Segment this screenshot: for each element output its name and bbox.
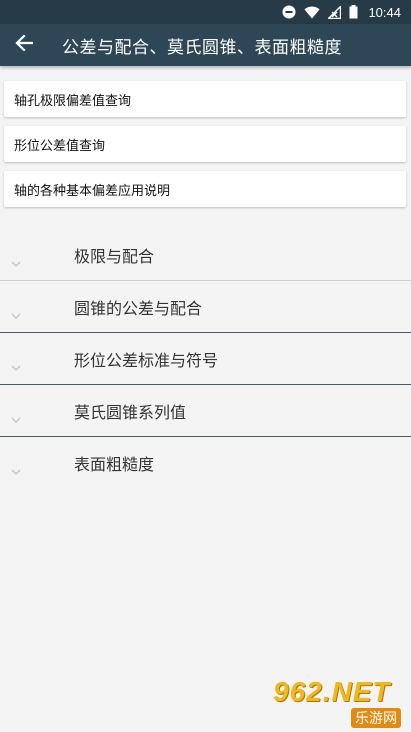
battery-icon xyxy=(349,5,358,19)
card-label: 轴的各种基本偏差应用说明 xyxy=(14,183,171,199)
accordion-item-form-position-symbols[interactable]: 形位公差标准与符号 xyxy=(0,333,411,385)
accordion-label: 莫氏圆锥系列值 xyxy=(74,402,187,422)
chevron-down-icon xyxy=(11,460,21,479)
card-label: 形位公差值查询 xyxy=(14,138,106,154)
chevron-down-icon xyxy=(11,304,21,323)
card-shaft-hole-deviation-query[interactable]: 轴孔极限偏差值查询 xyxy=(4,81,406,117)
watermark-logo: 962.NET 乐游网 xyxy=(273,676,405,728)
card-form-position-tolerance-query[interactable]: 形位公差值查询 xyxy=(4,126,406,162)
arrow-left-icon xyxy=(15,34,34,55)
card-label: 轴孔极限偏差值查询 xyxy=(14,93,132,109)
accordion-label: 极限与配合 xyxy=(74,246,155,266)
accordion-item-morse-taper[interactable]: 莫氏圆锥系列值 xyxy=(0,385,411,437)
wifi-icon xyxy=(304,6,320,19)
accordion-item-limits-fits[interactable]: 极限与配合 xyxy=(0,229,411,281)
chevron-down-icon xyxy=(11,356,21,375)
accordion-item-surface-roughness[interactable]: 表面粗糙度 xyxy=(0,437,411,489)
watermark-logo-text: 962.NET xyxy=(273,676,391,707)
status-time: 10:44 xyxy=(368,4,401,20)
page-title: 公差与配合、莫氏圆锥、表面粗糙度 xyxy=(62,37,342,58)
back-button[interactable] xyxy=(4,24,44,66)
app-bar: 公差与配合、莫氏圆锥、表面粗糙度 xyxy=(0,24,411,66)
status-bar: 10:44 xyxy=(0,0,411,24)
accordion-item-cone-tolerance[interactable]: 圆锥的公差与配合 xyxy=(0,281,411,333)
card-shaft-basic-deviation-guide[interactable]: 轴的各种基本偏差应用说明 xyxy=(4,171,406,207)
category-accordion: 极限与配合 圆锥的公差与配合 形位公差标准与符号 莫氏圆锥系列值 表面粗糙度 xyxy=(0,229,411,489)
chevron-down-icon xyxy=(11,252,21,271)
signal-icon xyxy=(328,5,342,19)
accordion-label: 圆锥的公差与配合 xyxy=(74,298,203,318)
chevron-down-icon xyxy=(11,408,21,427)
do-not-disturb-icon xyxy=(282,5,296,19)
accordion-label: 表面粗糙度 xyxy=(74,455,155,474)
watermark-sub-text: 乐游网 xyxy=(351,708,401,728)
query-card-list: 轴孔极限偏差值查询 形位公差值查询 轴的各种基本偏差应用说明 xyxy=(4,81,406,216)
accordion-label: 形位公差标准与符号 xyxy=(74,350,219,370)
